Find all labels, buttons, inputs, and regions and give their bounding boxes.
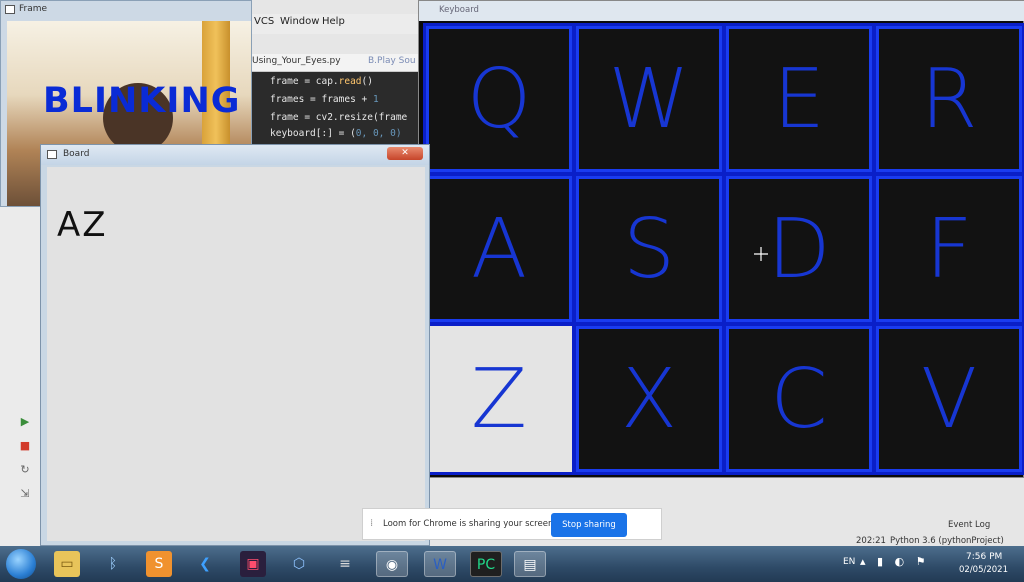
- key-e[interactable]: E: [726, 26, 872, 172]
- key-label: X: [620, 351, 678, 447]
- key-v[interactable]: V: [876, 326, 1022, 472]
- key-w[interactable]: W: [576, 26, 722, 172]
- key-label: S: [622, 201, 676, 297]
- keyboard-titlebar: Keyboard: [419, 1, 1024, 21]
- folder-icon[interactable]: ▭: [54, 551, 80, 577]
- window-icon: [5, 5, 15, 14]
- code-line-1: frame = cap.read(): [270, 76, 373, 87]
- key-label: R: [920, 51, 978, 147]
- key-label: A: [470, 201, 528, 297]
- code-line-3: frame = cv2.resize(frame: [270, 112, 408, 123]
- language-indicator[interactable]: EN: [843, 557, 855, 567]
- sublime-icon[interactable]: S: [146, 551, 172, 577]
- opencv-window-icon[interactable]: ▤: [514, 551, 546, 577]
- event-log-link[interactable]: Event Log: [948, 520, 990, 530]
- key-label: C: [770, 351, 828, 447]
- key-s[interactable]: S: [576, 176, 722, 322]
- database-icon[interactable]: ≡: [332, 551, 358, 577]
- intellij-icon[interactable]: ▣: [240, 551, 266, 577]
- start-button[interactable]: [6, 549, 36, 579]
- typed-text: AZ: [57, 205, 108, 245]
- keyboard-window[interactable]: Keyboard Q W E R A S D F Z X C V: [418, 0, 1024, 478]
- clock-time[interactable]: 7:56 PM: [966, 552, 1002, 562]
- pycharm-icon[interactable]: PC: [470, 551, 502, 577]
- board-window[interactable]: Board ✕ AZ: [40, 144, 430, 546]
- code-editor[interactable]: frame = cap.read() frames = frames + 1 f…: [252, 72, 420, 144]
- tab-play-sound[interactable]: B.Play Sou: [368, 56, 416, 66]
- window-icon: [47, 150, 57, 159]
- board-window-title: Board: [63, 149, 90, 159]
- key-label: Q: [466, 51, 532, 147]
- vscode-icon[interactable]: ❮: [192, 551, 218, 577]
- board-canvas: AZ: [47, 167, 425, 541]
- crosshair-cursor-icon: [753, 246, 769, 262]
- loom-sharing-bar: ⁞ Loom for Chrome is sharing your screen…: [362, 508, 662, 540]
- key-label: D: [767, 201, 831, 297]
- key-f[interactable]: F: [876, 176, 1022, 322]
- word-icon[interactable]: W: [424, 551, 456, 577]
- key-a[interactable]: A: [426, 176, 572, 322]
- stop-icon[interactable]: ■: [18, 439, 32, 453]
- status-line-col: 202:21: [856, 536, 886, 546]
- virtualbox-icon[interactable]: ⬡: [286, 551, 312, 577]
- run-icon[interactable]: ▶: [18, 415, 32, 429]
- ide-tab-bar: Using_Your_Eyes.py B.Play Sou: [250, 54, 420, 72]
- chrome-icon[interactable]: ◉: [376, 551, 408, 577]
- key-label: E: [773, 51, 825, 147]
- key-q[interactable]: Q: [426, 26, 572, 172]
- key-x[interactable]: X: [576, 326, 722, 472]
- key-d[interactable]: D: [726, 176, 872, 322]
- windows-taskbar: ▭ ᛒ S ❮ ▣ ⬡ ≡ ◉ W PC ▤ EN ▴ ▮ ◐ ⚑ 7:56 P…: [0, 546, 1024, 582]
- close-button[interactable]: ✕: [387, 147, 423, 160]
- ide-menubar: VCS Window Help: [250, 14, 420, 34]
- board-titlebar: Board ✕: [41, 145, 429, 165]
- key-c[interactable]: C: [726, 326, 872, 472]
- tab-using-your-eyes[interactable]: Using_Your_Eyes.py: [252, 56, 341, 66]
- code-line-2: frames = frames + 1: [270, 94, 379, 105]
- frame-window-title: Frame: [19, 4, 48, 14]
- virtual-keyboard-grid: Q W E R A S D F Z X C V: [423, 23, 1024, 475]
- key-z-highlighted[interactable]: Z: [426, 326, 572, 472]
- key-label: W: [608, 51, 690, 147]
- system-tray-icons[interactable]: ▴ ▮ ◐ ⚑: [860, 555, 930, 568]
- rerun-icon[interactable]: ↻: [18, 463, 32, 477]
- code-line-4: keyboard[:] = (0, 0, 0): [270, 128, 402, 139]
- menu-help[interactable]: Help: [322, 16, 345, 27]
- key-label: V: [920, 351, 978, 447]
- bluetooth-icon[interactable]: ᛒ: [100, 551, 126, 577]
- status-interpreter[interactable]: Python 3.6 (pythonProject): [890, 536, 1004, 546]
- keyboard-window-title: Keyboard: [439, 5, 479, 15]
- key-label: F: [925, 201, 973, 297]
- drag-handle-icon[interactable]: ⁞: [370, 518, 373, 529]
- ide-status-bar: Event Log 202:21 Python 3.6 (pythonProje…: [840, 520, 1024, 548]
- clock-date[interactable]: 02/05/2021: [959, 565, 1008, 575]
- key-label: Z: [470, 351, 528, 447]
- key-r[interactable]: R: [876, 26, 1022, 172]
- loom-sharing-message: Loom for Chrome is sharing your screen.: [383, 519, 557, 529]
- stop-sharing-button[interactable]: Stop sharing: [551, 513, 627, 537]
- pin-icon[interactable]: ⇲: [18, 487, 32, 501]
- menu-vcs[interactable]: VCS: [254, 16, 274, 27]
- menu-window[interactable]: Window: [280, 16, 319, 27]
- blinking-indicator: BLINKING: [43, 81, 241, 121]
